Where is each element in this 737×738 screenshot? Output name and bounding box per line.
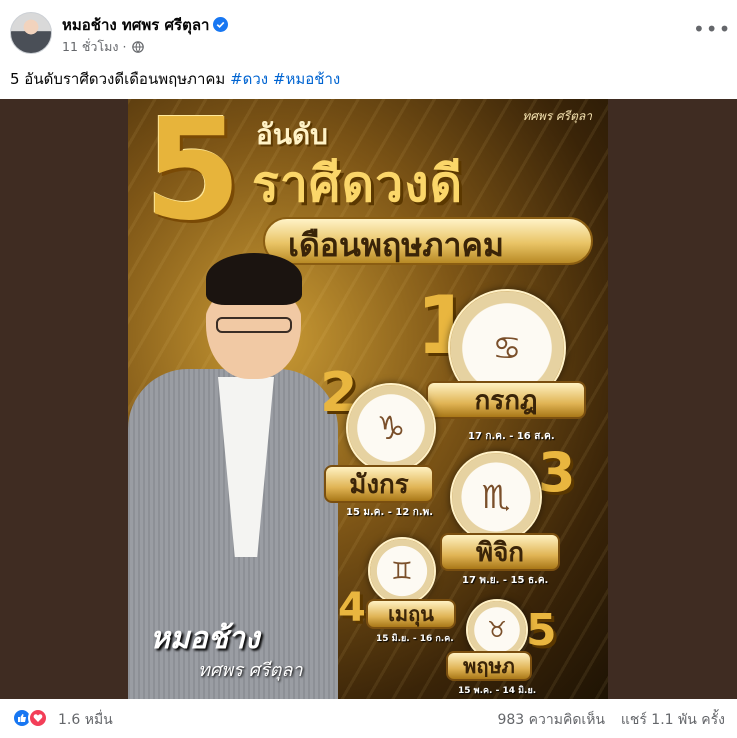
scorpion-icon: ♏ xyxy=(481,478,511,516)
sign-dates-3: 17 พ.ย. - 15 ธ.ค. xyxy=(462,575,549,586)
hashtag-link[interactable]: #หมอช้าง xyxy=(273,70,340,88)
sign-label-4: เมถุน xyxy=(366,599,456,629)
post-time[interactable]: 11 ชั่วโมง xyxy=(62,39,118,54)
rank-number-4: 4 xyxy=(338,585,366,631)
hair xyxy=(206,253,302,305)
post-meta: 11 ชั่วโมง · xyxy=(62,37,145,57)
hashtag-link[interactable]: #ดวง xyxy=(230,70,268,88)
sign-dates-5: 15 พ.ค. - 14 มิ.ย. xyxy=(458,686,537,696)
sign-dates-4: 15 มิ.ย. - 16 ก.ค. xyxy=(376,634,454,644)
more-options-button[interactable]: ••• xyxy=(693,19,730,44)
post-caption: 5 อันดับราศีดวงดีเดือนพฤษภาคม #ดวง #หมอช… xyxy=(10,67,340,91)
medal-3: ♏ xyxy=(450,451,542,543)
sign-dates-2: 15 ม.ค. - 12 ก.พ. xyxy=(346,507,434,518)
twins-icon: ♊ xyxy=(391,557,413,585)
poster-brand-sub: ทศพร ศรีตุลา xyxy=(198,660,303,681)
poster-image[interactable]: ทศพร ศรีตุลา 5 อันดับ ราศีดวงดี เดือนพฤษ… xyxy=(128,99,608,699)
author-avatar[interactable] xyxy=(10,12,52,54)
post-header: หมอช้าง ทศพร ศรีตุลา 11 ชั่วโมง · ••• xyxy=(0,0,737,64)
share-count[interactable]: แชร์ 1.1 พัน ครั้ง xyxy=(621,709,725,731)
goat-icon: ♑ xyxy=(376,409,406,447)
poster-signature: ทศพร ศรีตุลา xyxy=(522,109,592,123)
medal-2: ♑ xyxy=(346,383,436,473)
love-icon[interactable] xyxy=(28,708,48,728)
sign-label-1: กรกฎ xyxy=(426,381,586,419)
caption-text: 5 อันดับราศีดวงดีเดือนพฤษภาคม xyxy=(10,70,226,88)
comment-count[interactable]: 983 ความคิดเห็น xyxy=(497,709,605,731)
medal-4: ♊ xyxy=(368,537,436,605)
author-name-row: หมอช้าง ทศพร ศรีตุลา xyxy=(62,13,229,37)
sign-label-5: พฤษภ xyxy=(446,651,532,681)
sign-label-2: มังกร xyxy=(324,465,434,503)
author-name[interactable]: หมอช้าง ทศพร ศรีตุลา xyxy=(62,16,209,34)
reaction-count[interactable]: 1.6 หมื่น xyxy=(58,709,113,731)
poster-title: ราศีดวงดี xyxy=(252,155,464,213)
post-footer: 1.6 หมื่น 983 ความคิดเห็น แชร์ 1.1 พัน ค… xyxy=(0,699,737,738)
rank-number-3: 3 xyxy=(538,441,576,504)
poster-big-number: 5 xyxy=(144,99,242,252)
globe-icon[interactable] xyxy=(132,41,145,53)
rank-number-5: 5 xyxy=(526,605,557,656)
sign-label-3: พิจิก xyxy=(440,533,560,571)
meta-separator: · xyxy=(122,39,127,54)
post-media[interactable]: ทศพร ศรีตุลา 5 อันดับ ราศีดวงดี เดือนพฤษ… xyxy=(0,99,737,699)
verified-badge-icon xyxy=(213,17,229,32)
glasses xyxy=(216,317,292,333)
